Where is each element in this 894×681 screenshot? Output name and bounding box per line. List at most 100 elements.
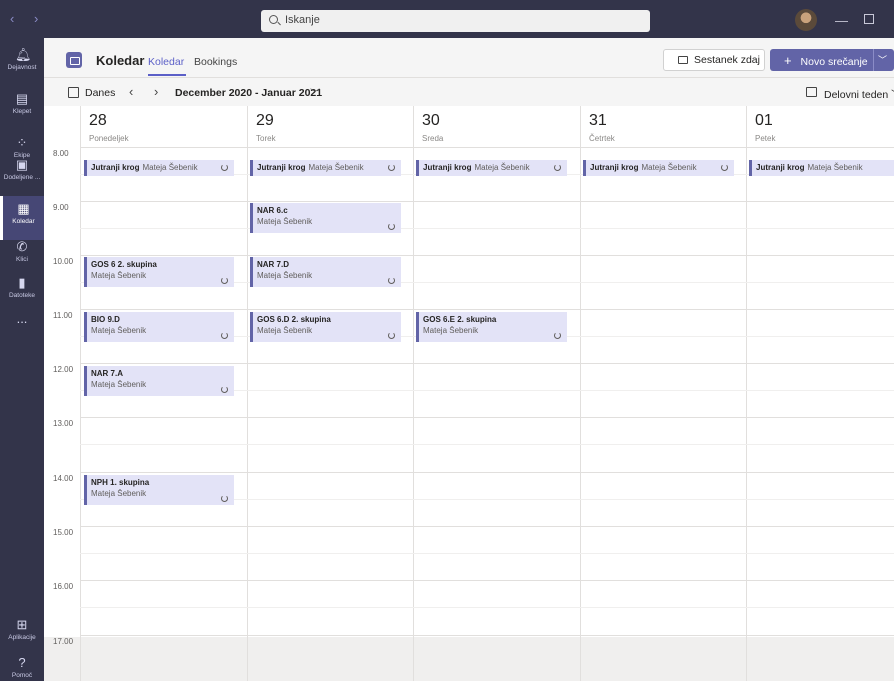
history-nav[interactable]: ‹ › [10,11,46,26]
view-icon [806,87,817,97]
rail-label: Klepet [12,108,32,115]
maximize-button[interactable] [864,14,874,24]
new-meeting-label: Novo srečanje [800,56,868,68]
calendar-icon: ▦ [17,201,30,216]
hour-label: 9.00 [53,203,69,212]
chevron-down-icon[interactable]: ﹀ [878,53,887,66]
help-icon: ? [18,655,26,670]
calendar-event[interactable]: NPH 1. skupina Mateja Šebenik [84,475,234,505]
phone-icon: ✆ [16,239,28,254]
calendar-event[interactable]: GOS 6.D 2. skupina Mateja Šebenik [250,312,401,342]
meet-now-button[interactable]: Sestanek zdaj [663,49,765,71]
calendar-event[interactable]: NAR 7.A Mateja Šebenik [84,366,234,396]
event-organizer: Mateja Šebenik [257,217,313,226]
date-range-picker[interactable]: December 2020 - Januar 2021 [175,87,322,99]
meet-now-label: Sestanek zdaj [694,54,760,66]
day-header[interactable]: 01 Petek [746,106,894,150]
event-title: Jutranji krog [590,163,639,172]
calendar-event[interactable]: BIO 9.D Mateja Šebenik [84,312,234,342]
tab-koledar[interactable]: Koledar [148,56,184,68]
view-selector[interactable]: Delovni teden ﹀ [824,87,894,102]
calendar-event[interactable]: GOS 6.E 2. skupina Mateja Šebenik [416,312,567,342]
minimize-button[interactable]: — [835,13,848,28]
calendar-event[interactable]: Jutranji krog Mateja Šebenik [749,160,894,176]
event-title: Jutranji krog [756,163,805,172]
rail-label: Klici [16,256,28,263]
event-title: Jutranji krog [91,163,140,172]
search-icon [269,15,278,24]
chevron-down-icon[interactable]: ﹀ [310,85,320,100]
day-header[interactable]: 31 Četrtek [580,106,746,150]
avatar[interactable] [795,9,817,31]
rail-item-more[interactable]: ... [0,306,44,350]
assignments-icon: ▣ [15,157,29,172]
event-organizer: Mateja Šebenik [423,326,479,335]
half-hour-line [80,228,894,229]
hour-line [80,363,894,364]
next-week-button[interactable]: › [154,84,158,99]
calendar-event[interactable]: Jutranji krog Mateja Šebenik [250,160,401,176]
recurring-icon [554,164,561,171]
recurring-icon [388,277,395,284]
day-header[interactable]: 29 Torek [247,106,413,150]
recurring-icon [721,164,728,171]
rail-item-help[interactable]: ? Pomoč [0,650,44,681]
calendar-event[interactable]: Jutranji krog Mateja Šebenik [583,160,734,176]
files-icon: ▮ [18,275,26,290]
teams-icon: ⁘ [16,135,28,150]
hour-label: 11.00 [53,311,73,320]
calendar-event[interactable]: Jutranji krog Mateja Šebenik [84,160,234,176]
day-name: Četrtek [589,134,615,143]
hour-label: 17.00 [53,637,74,646]
event-title: NAR 7.A [91,369,124,378]
day-header[interactable]: 28 Ponedeljek [80,106,246,150]
new-meeting-button[interactable]: + Novo srečanje ﹀ [770,49,894,71]
rail-item-activity[interactable]: 🔔︎ Dejavnost [0,42,44,86]
rail-item-chat[interactable]: ▤ Klepet [0,86,44,130]
event-organizer: Mateja Šebenik [91,489,147,498]
hour-line [80,580,894,581]
today-icon [68,87,79,98]
hour-line [80,309,894,310]
event-organizer: Mateja Šebenik [257,326,313,335]
event-organizer: Mateja Šebenik [641,163,697,172]
event-title: GOS 6.D 2. skupina [257,315,331,324]
search-input[interactable]: Iskanje [261,10,650,32]
event-organizer: Mateja Šebenik [91,326,147,335]
rail-item-assignments[interactable]: ▣ Dodeljene ... [0,152,44,196]
event-organizer: Mateja Šebenik [91,380,147,389]
day-number: 30 [422,112,440,129]
day-name: Torek [256,134,276,143]
day-header[interactable]: 30 Sreda [413,106,579,150]
day-name: Petek [755,134,776,143]
today-button[interactable]: Danes [85,87,115,99]
previous-week-button[interactable]: ‹ [129,84,133,99]
tab-bookings[interactable]: Bookings [194,56,237,68]
calendar-event[interactable]: NAR 6.c Mateja Šebenik [250,203,401,233]
apps-icon: ⊞ [16,617,28,632]
event-title: NAR 7.D [257,260,290,269]
hour-label: 14.00 [53,474,74,483]
calendar-event[interactable]: GOS 6 2. skupina Mateja Šebenik [84,257,234,287]
app-rail: 🔔︎ Dejavnost ▤ Klepet ⁘ Ekipe ▣ Dodeljen… [0,38,44,681]
recurring-icon [221,332,228,339]
event-organizer: Mateja Šebenik [142,163,198,172]
event-organizer: Mateja Šebenik [257,271,313,280]
hour-label: 8.00 [53,149,69,158]
recurring-icon [388,332,395,339]
hour-line [80,201,894,202]
calendar-grid: 28 Ponedeljek 29 Torek 30 Sreda 31 Četrt… [44,106,894,681]
calendar-event[interactable]: NAR 7.D Mateja Šebenik [250,257,401,287]
rail-label: Datoteke [8,292,36,299]
view-label: Delovni teden [824,89,889,101]
event-title: Jutranji krog [423,163,472,172]
half-hour-line [80,553,894,554]
hour-label: 13.00 [53,419,74,428]
active-tab-indicator [148,74,186,76]
calendar-event[interactable]: Jutranji krog Mateja Šebenik [416,160,567,176]
hour-label: 12.00 [53,365,74,374]
day-number: 31 [589,112,607,129]
rail-label: Koledar [12,218,35,225]
title-bar: ‹ › Iskanje — [0,0,894,38]
more-icon: ... [16,311,28,326]
